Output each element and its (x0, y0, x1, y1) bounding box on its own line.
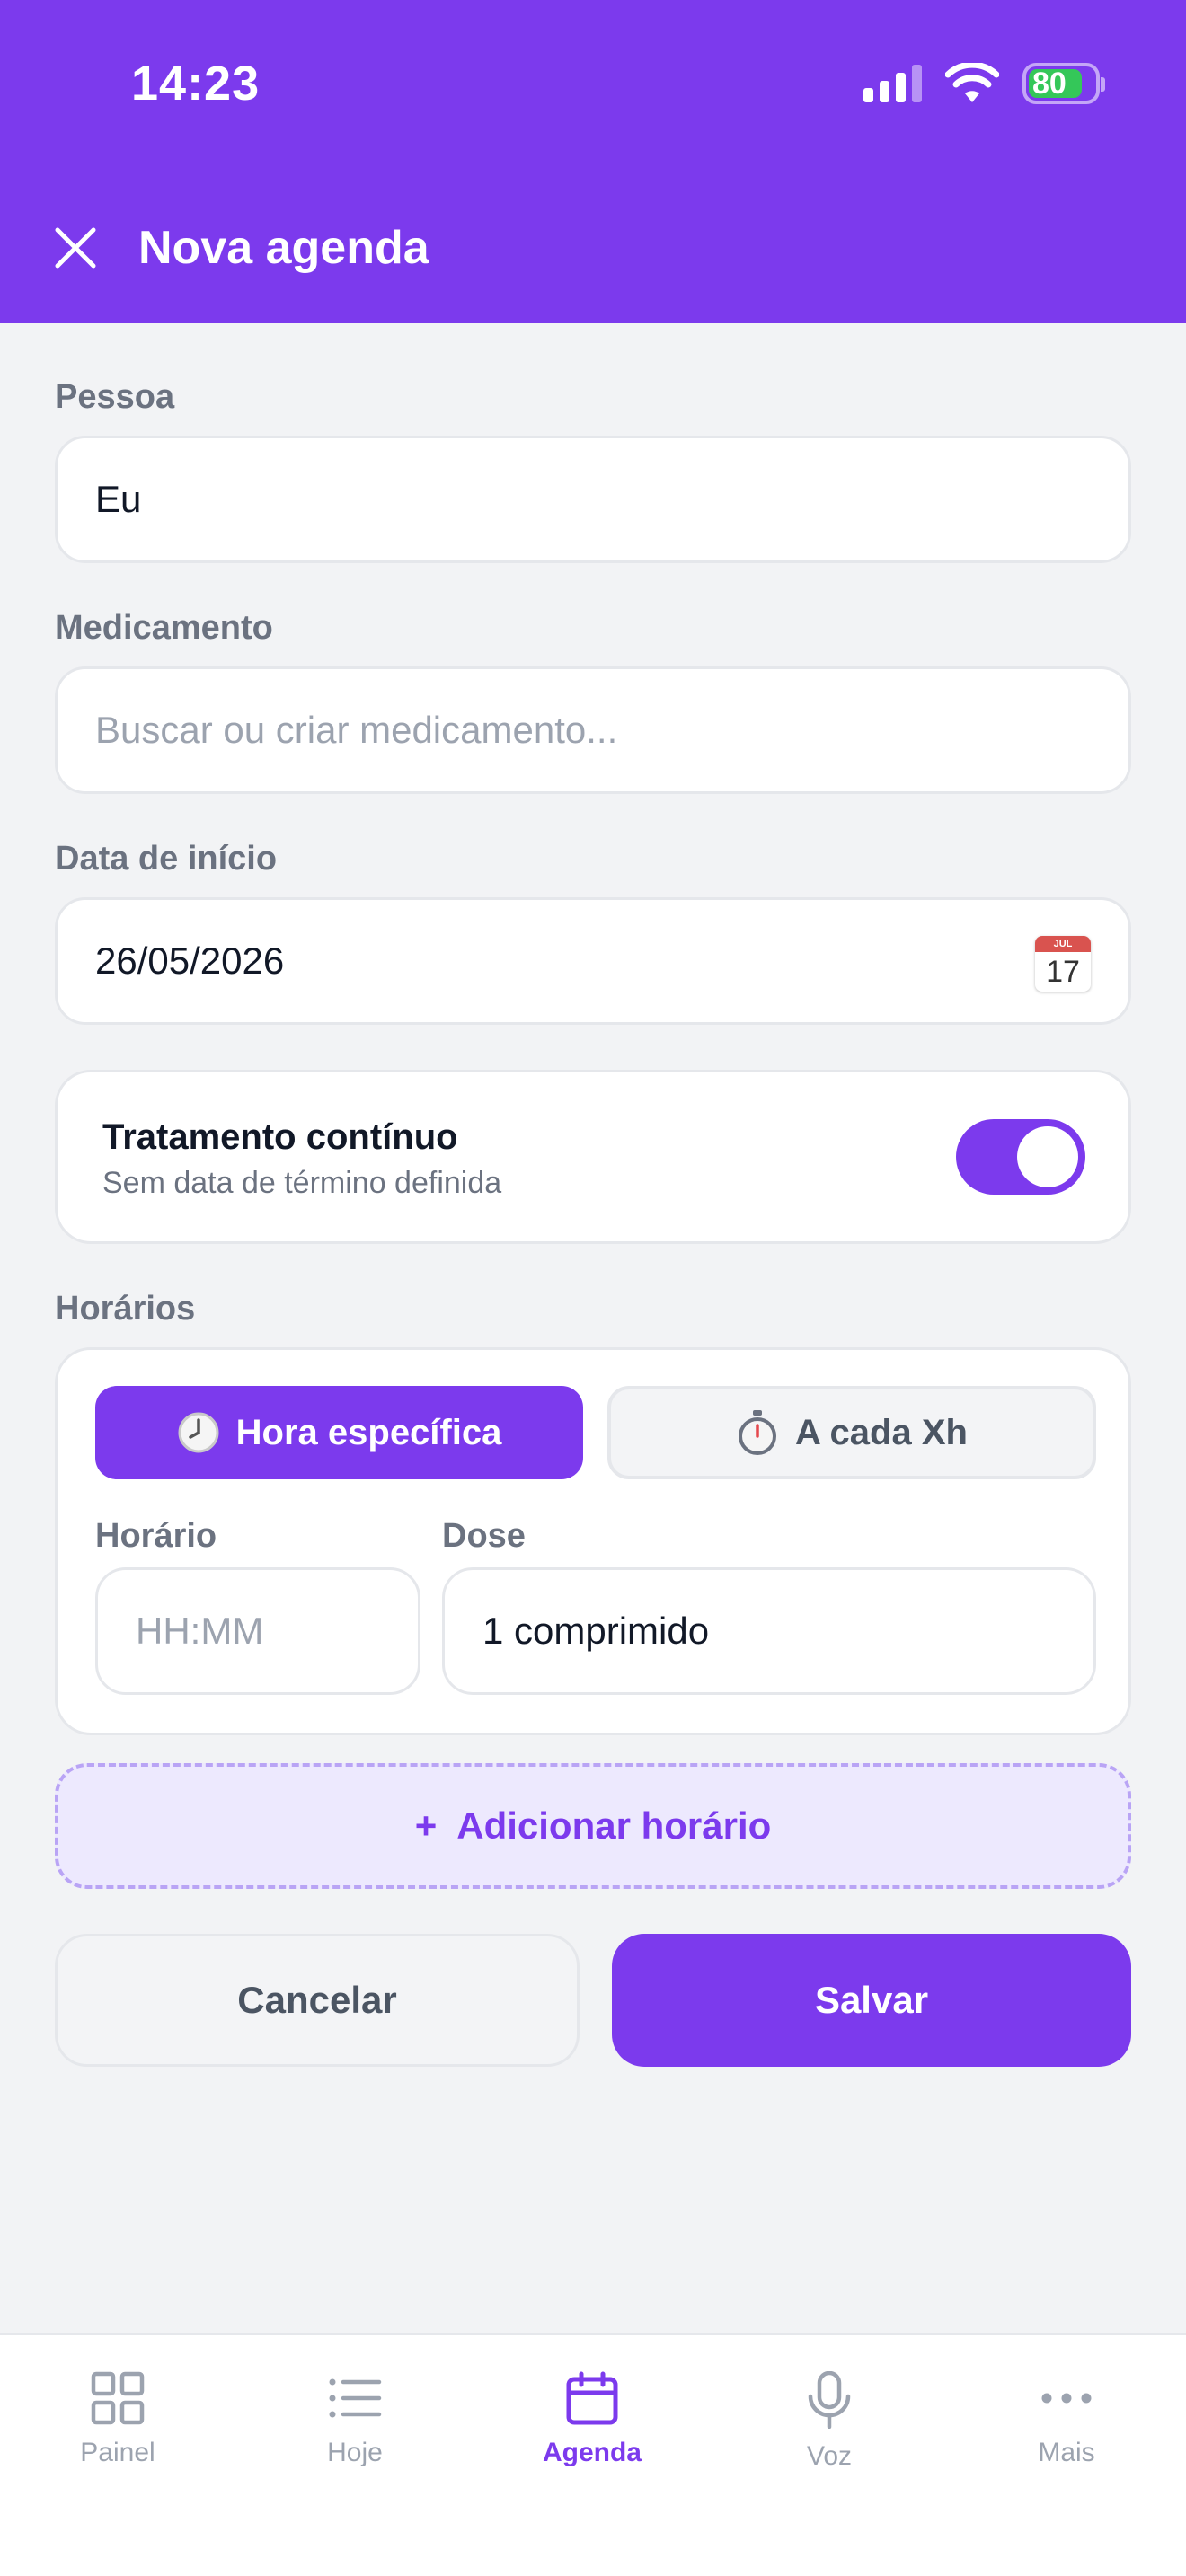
signal-icon (863, 65, 922, 102)
continuous-subtitle: Sem data de término definida (102, 1166, 502, 1200)
status-icons: 80 (863, 63, 1105, 104)
continuous-treatment-card: Tratamento contínuo Sem data de término … (55, 1070, 1131, 1244)
bottom-tab-bar: Painel Hoje Agenda Voz Mais (0, 2333, 1186, 2576)
calendar-icon[interactable]: JUL 17 (1035, 936, 1091, 992)
mode-interval-button[interactable]: A cada Xh (607, 1386, 1096, 1479)
status-time: 14:23 (131, 57, 261, 110)
close-icon (55, 227, 96, 269)
continuous-title: Tratamento contínuo (102, 1117, 458, 1157)
schedules-label: Horários (55, 1290, 196, 1328)
tab-agenda-label: Agenda (542, 2438, 642, 2467)
battery-icon: 80 (1022, 63, 1105, 104)
time-placeholder: HH:MM (136, 1610, 264, 1652)
time-input[interactable]: HH:MM (95, 1567, 420, 1695)
tab-voz[interactable]: Voz (730, 2371, 928, 2472)
dose-value: 1 comprimido (482, 1610, 710, 1652)
medication-placeholder: Buscar ou criar medicamento... (95, 709, 618, 751)
tab-painel-label: Painel (80, 2438, 155, 2467)
start-date-label: Data de início (55, 840, 278, 878)
save-button[interactable]: Salvar (612, 1934, 1131, 2067)
dose-input[interactable]: 1 comprimido (442, 1567, 1096, 1695)
mode-interval-label: A cada Xh (795, 1412, 968, 1452)
person-label: Pessoa (55, 378, 175, 416)
mode-specific-time-button[interactable]: Hora específica (95, 1386, 583, 1479)
schedule-card: Hora específica A cada Xh Horário Dose H… (55, 1347, 1131, 1735)
tab-painel[interactable]: Painel (19, 2371, 217, 2468)
tab-mais[interactable]: Mais (968, 2371, 1165, 2468)
person-value: Eu (95, 478, 142, 520)
time-label: Horário (95, 1517, 217, 1555)
add-time-label: Adicionar horário (456, 1804, 772, 1847)
medication-label: Medicamento (55, 609, 273, 647)
battery-level: 80 (1032, 66, 1067, 101)
page-title: Nova agenda (138, 222, 429, 274)
cancel-button[interactable]: Cancelar (55, 1934, 580, 2067)
more-icon (1041, 2393, 1092, 2404)
tab-agenda[interactable]: Agenda (493, 2371, 691, 2468)
tab-mais-label: Mais (1038, 2438, 1095, 2467)
continuous-toggle[interactable] (956, 1119, 1085, 1195)
add-time-button[interactable]: + Adicionar horário (55, 1763, 1131, 1889)
start-date-field[interactable]: 26/05/2026 JUL 17 (55, 897, 1131, 1025)
mode-specific-label: Hora específica (235, 1412, 502, 1452)
list-icon (329, 2378, 382, 2418)
calendar-tab-icon (566, 2371, 618, 2425)
person-field[interactable]: Eu (55, 436, 1131, 563)
close-button[interactable] (47, 219, 104, 277)
stopwatch-icon (739, 1410, 777, 1455)
toggle-knob (1017, 1126, 1078, 1187)
tab-voz-label: Voz (806, 2441, 853, 2471)
dose-label: Dose (442, 1517, 526, 1555)
clock-icon (178, 1412, 219, 1453)
medication-search-input[interactable]: Buscar ou criar medicamento... (55, 666, 1131, 794)
app-header: 14:23 80 Nova agenda (0, 0, 1186, 323)
microphone-icon (808, 2371, 851, 2429)
wifi-icon (945, 63, 999, 102)
tab-hoje[interactable]: Hoje (256, 2371, 454, 2468)
app-root: 14:23 80 Nova agenda Pessoa Eu Medicamen… (0, 0, 1186, 2576)
tab-hoje-label: Hoje (327, 2438, 383, 2467)
grid-icon (91, 2371, 145, 2425)
plus-icon: + (414, 1804, 438, 1847)
start-date-value: 26/05/2026 (95, 940, 285, 982)
